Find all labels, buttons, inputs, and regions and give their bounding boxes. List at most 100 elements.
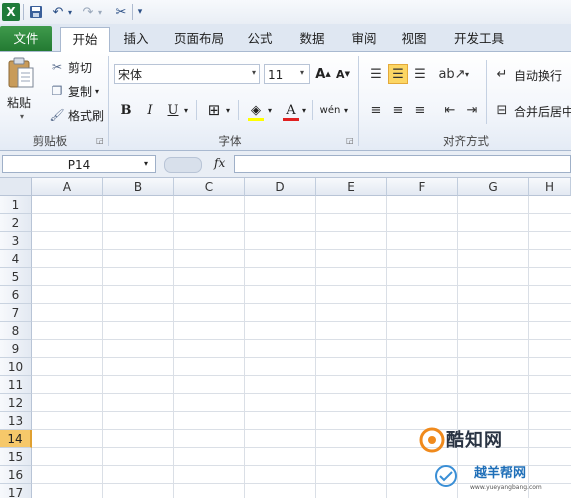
- toolbar-divider: [132, 4, 133, 20]
- watermark-url: www.yueyangbang.com: [470, 484, 542, 491]
- tab-formulas[interactable]: 公式: [242, 27, 278, 50]
- increase-indent-button[interactable]: ⇥: [462, 100, 482, 120]
- orientation-dropdown-icon[interactable]: ▾: [462, 64, 472, 84]
- row-header[interactable]: 17: [0, 484, 32, 498]
- row-header[interactable]: 9: [0, 340, 32, 358]
- row-header[interactable]: 13: [0, 412, 32, 430]
- tab-file[interactable]: 文件: [0, 26, 52, 51]
- fill-color-dropdown-icon[interactable]: ▾: [266, 100, 274, 120]
- column-header[interactable]: A: [32, 178, 103, 196]
- select-all-corner[interactable]: [0, 178, 32, 196]
- copy-button[interactable]: ❐ 复制 ▾: [48, 82, 99, 100]
- tab-page-layout[interactable]: 页面布局: [170, 27, 228, 50]
- row-header[interactable]: 3: [0, 232, 32, 250]
- font-color-button[interactable]: A: [282, 100, 300, 120]
- row-header[interactable]: 15: [0, 448, 32, 466]
- phonetic-guide-button[interactable]: wén: [318, 100, 342, 120]
- row-header[interactable]: 8: [0, 322, 32, 340]
- row-gridline: [32, 375, 571, 376]
- row-header[interactable]: 1: [0, 196, 32, 214]
- row-header[interactable]: 6: [0, 286, 32, 304]
- name-box-dropdown-icon[interactable]: ▾: [144, 159, 148, 168]
- align-center-button[interactable]: ≡: [388, 100, 408, 120]
- undo-dropdown-icon[interactable]: ▾: [66, 3, 74, 21]
- customize-toolbar-icon[interactable]: ▾: [134, 3, 146, 21]
- row-header[interactable]: 14: [0, 430, 32, 448]
- redo-icon[interactable]: ↷: [80, 3, 96, 21]
- row-header[interactable]: 10: [0, 358, 32, 376]
- align-top-button[interactable]: ☰: [366, 64, 386, 84]
- row-header[interactable]: 2: [0, 214, 32, 232]
- borders-icon[interactable]: ⊞: [204, 100, 224, 120]
- align-middle-button[interactable]: ☰: [388, 64, 408, 84]
- name-box[interactable]: P14: [2, 155, 156, 173]
- row-header[interactable]: 16: [0, 466, 32, 484]
- watermark-brand: 酷知网: [446, 430, 503, 451]
- phonetic-dropdown-icon[interactable]: ▾: [342, 100, 350, 120]
- orientation-button[interactable]: ab↗: [438, 64, 465, 84]
- underline-dropdown-icon[interactable]: ▾: [182, 100, 190, 120]
- font-color-dropdown-icon[interactable]: ▾: [300, 100, 308, 120]
- column-header[interactable]: B: [103, 178, 174, 196]
- divider: [196, 100, 197, 120]
- underline-button[interactable]: U: [164, 100, 182, 120]
- row-gridline: [32, 339, 571, 340]
- tab-home[interactable]: 开始: [60, 27, 110, 52]
- column-header[interactable]: F: [387, 178, 458, 196]
- borders-dropdown-icon[interactable]: ▾: [224, 100, 232, 120]
- excel-logo-icon[interactable]: X: [2, 3, 20, 21]
- merge-center-button[interactable]: 合并后居中: [514, 103, 571, 120]
- font-launcher-icon[interactable]: ◲: [346, 136, 355, 145]
- font-name-dropdown-icon[interactable]: ▾: [252, 68, 256, 77]
- bold-button[interactable]: B: [116, 100, 136, 120]
- font-name-select[interactable]: 宋体: [114, 64, 260, 84]
- redo-dropdown-icon[interactable]: ▾: [96, 3, 104, 21]
- tab-data[interactable]: 数据: [294, 27, 330, 50]
- shrink-font-button[interactable]: A ▼: [334, 64, 352, 84]
- grow-font-button[interactable]: A ▲: [314, 64, 332, 84]
- tab-insert[interactable]: 插入: [118, 27, 154, 50]
- tab-view[interactable]: 视图: [396, 27, 432, 50]
- paste-dropdown-icon[interactable]: ▾: [20, 112, 24, 121]
- fill-color-icon[interactable]: ◈: [246, 100, 266, 120]
- column-header[interactable]: C: [174, 178, 245, 196]
- tab-developer[interactable]: 开发工具: [448, 27, 510, 50]
- clipboard-launcher-icon[interactable]: ◲: [96, 136, 105, 145]
- cut-button[interactable]: ✂ 剪切: [48, 58, 92, 76]
- decrease-indent-button[interactable]: ⇤: [440, 100, 460, 120]
- font-size-dropdown-icon[interactable]: ▾: [300, 68, 304, 77]
- clipboard-group-label: 剪贴板: [32, 134, 68, 148]
- column-header[interactable]: D: [245, 178, 316, 196]
- paste-button[interactable]: 粘贴: [7, 94, 31, 111]
- paste-icon[interactable]: [6, 57, 36, 89]
- row-header[interactable]: 4: [0, 250, 32, 268]
- row-header[interactable]: 12: [0, 394, 32, 412]
- column-header[interactable]: G: [458, 178, 529, 196]
- row-header[interactable]: 5: [0, 268, 32, 286]
- wrap-text-button[interactable]: 自动换行: [514, 67, 562, 84]
- align-bottom-button[interactable]: ☰: [410, 64, 430, 84]
- formula-bar-resize-handle[interactable]: [164, 157, 202, 173]
- merge-center-icon[interactable]: ⊟: [492, 100, 512, 120]
- align-right-button[interactable]: ≡: [410, 100, 430, 120]
- column-header[interactable]: E: [316, 178, 387, 196]
- format-painter-button[interactable]: 🖌 格式刷: [48, 106, 104, 124]
- paintbrush-icon: 🖌: [49, 108, 65, 122]
- tools-icon[interactable]: ✂: [112, 3, 130, 21]
- row-gridline: [32, 393, 571, 394]
- italic-button[interactable]: I: [140, 100, 160, 120]
- row-header[interactable]: 11: [0, 376, 32, 394]
- column-header[interactable]: H: [529, 178, 571, 196]
- save-icon[interactable]: [28, 3, 44, 21]
- copy-dropdown-icon[interactable]: ▾: [95, 87, 99, 96]
- undo-icon[interactable]: ↶: [50, 3, 66, 21]
- scissors-icon: ✂: [51, 60, 63, 74]
- tab-review[interactable]: 审阅: [346, 27, 382, 50]
- align-left-button[interactable]: ≡: [366, 100, 386, 120]
- insert-function-icon[interactable]: fx: [214, 156, 225, 170]
- ribbon-tabs: 文件 开始 插入 页面布局 公式 数据 审阅 视图 开发工具: [0, 24, 571, 52]
- wrap-text-icon[interactable]: ↵: [492, 64, 512, 84]
- formula-input[interactable]: [234, 155, 571, 173]
- cut-label: 剪切: [68, 60, 93, 75]
- row-header[interactable]: 7: [0, 304, 32, 322]
